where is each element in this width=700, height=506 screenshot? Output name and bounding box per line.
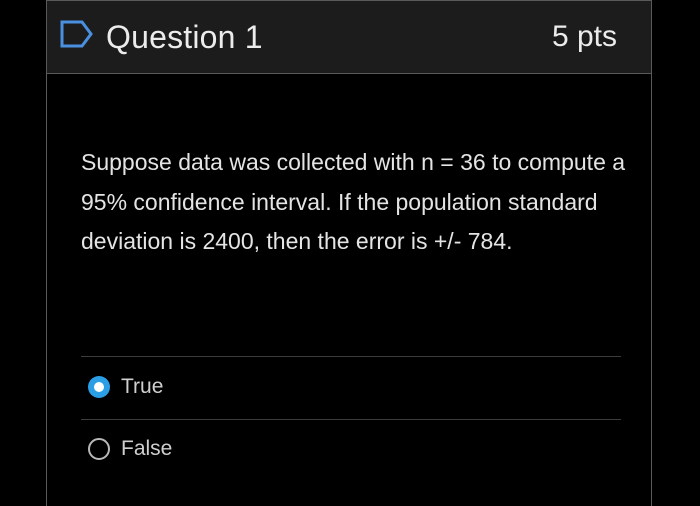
answer-label: False bbox=[121, 437, 173, 460]
question-title: Question 1 bbox=[106, 19, 263, 55]
question-text: Suppose data was collected with n = 36 t… bbox=[81, 149, 626, 254]
answer-option-false[interactable]: False bbox=[87, 429, 487, 469]
answer-divider bbox=[81, 356, 621, 357]
answer-option-true[interactable]: True bbox=[87, 367, 487, 407]
radio-selected-icon[interactable] bbox=[88, 376, 110, 398]
question-header: Question 1 5 pts bbox=[47, 1, 651, 74]
flag-icon[interactable] bbox=[60, 20, 94, 48]
radio-unselected-icon[interactable] bbox=[88, 438, 110, 460]
question-card: Question 1 5 pts Suppose data was collec… bbox=[46, 0, 652, 506]
answer-divider bbox=[81, 419, 621, 420]
question-points: 5 pts bbox=[551, 20, 617, 53]
answer-label: True bbox=[121, 375, 164, 398]
